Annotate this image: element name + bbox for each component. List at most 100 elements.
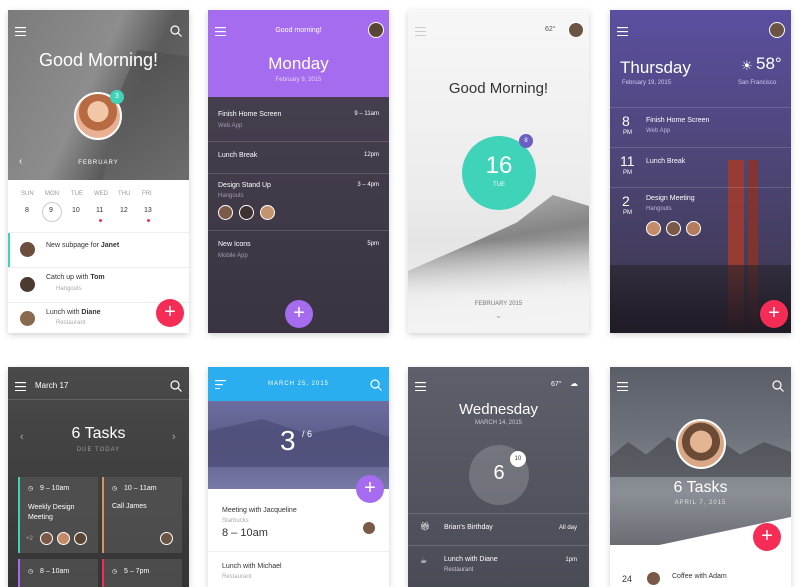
item-meta: Hangouts: [56, 286, 82, 292]
event-sub: Web App: [218, 123, 243, 129]
event-row[interactable]: New Icons Mobile App 5pm: [208, 235, 389, 271]
day-name: MON: [45, 191, 59, 197]
avatar: [18, 309, 37, 328]
event-period: PM: [623, 130, 632, 136]
menu-icon[interactable]: [15, 27, 26, 36]
list-item[interactable]: Meeting with Jacqueline Starbucks 8 – 10…: [208, 501, 389, 547]
avatar[interactable]: [769, 22, 785, 38]
add-button[interactable]: +: [356, 475, 384, 503]
day-number[interactable]: 13: [144, 207, 152, 214]
add-button[interactable]: +: [753, 523, 781, 551]
avatar: [239, 205, 254, 220]
due-label: DUE TODAY: [76, 447, 121, 453]
task-tile[interactable]: ◷ 10 – 11am Call James: [102, 477, 182, 553]
day-name: SUN: [21, 191, 34, 197]
day-name: TUE: [71, 191, 83, 197]
search-icon[interactable]: [370, 379, 382, 391]
item-title: Lunch with Diane: [444, 556, 498, 563]
menu-icon[interactable]: [415, 382, 426, 391]
search-icon[interactable]: [170, 25, 182, 37]
avatar: [74, 532, 87, 545]
item-sub: Restaurant: [222, 574, 252, 580]
item-text: Catch up with: [46, 274, 91, 281]
event-sub: Hangouts: [218, 193, 244, 199]
card-daily-overview: Good Morning! 3 ‹ FEBRUARY SUN MON TUE W…: [8, 10, 189, 333]
list-item[interactable]: New subpage for Janet: [8, 232, 189, 267]
event-row[interactable]: 11 PM Lunch Break: [610, 148, 791, 186]
card-morning-clock: 62° Good Morning! 16 TUE 8 FEBRUARY 2015…: [408, 10, 589, 333]
greeting: Good Morning!: [38, 50, 159, 70]
day-number[interactable]: 11: [96, 207, 103, 214]
tile-title: Weekly Design Meeting: [28, 504, 75, 521]
menu-icon[interactable]: [617, 27, 628, 36]
weekday: TUE: [493, 182, 505, 188]
clock-icon: ◷: [112, 486, 118, 492]
date-label: February 9, 2015: [275, 77, 322, 83]
gift-icon: 🎁︎: [420, 522, 431, 531]
progress-total: / 6: [302, 429, 313, 439]
divider: [8, 399, 189, 400]
day-number[interactable]: 8: [25, 207, 29, 214]
search-icon[interactable]: [772, 380, 784, 392]
avatar[interactable]: [368, 22, 384, 38]
day-number[interactable]: 9: [49, 207, 53, 214]
card-monday-schedule: Good morning! Monday February 9, 2015 Fi…: [208, 10, 389, 333]
tile-time: 8 – 10am: [40, 568, 70, 575]
chevron-down-icon[interactable]: ⌄: [408, 311, 589, 320]
avatar: [18, 275, 37, 294]
event-row[interactable]: Finish Home Screen Web App 9 – 11am: [208, 105, 389, 141]
item-right: All day: [558, 525, 577, 531]
list-item[interactable]: 🎁︎ Brian's Birthday All day: [408, 514, 589, 544]
event-row[interactable]: 8 PM Finish Home Screen Web App: [610, 108, 791, 146]
item-text: Lunch with: [46, 309, 82, 316]
event-hour: 8: [622, 113, 630, 129]
menu-icon[interactable]: [617, 382, 628, 391]
day-title: Monday: [268, 54, 329, 73]
event-row[interactable]: Lunch Break 12pm: [208, 142, 389, 172]
day-number[interactable]: 10: [72, 207, 80, 214]
notification-badge: 10: [510, 451, 526, 467]
task-tile[interactable]: ◷ 5 – 7pm: [102, 559, 182, 587]
tasks-title: 6 Tasks: [71, 425, 126, 442]
item-name: Tom: [90, 274, 105, 281]
event-title: Design Stand Up: [218, 182, 271, 189]
clock-icon: ◷: [28, 569, 34, 575]
avatar: [666, 221, 681, 236]
sun-icon: ☀: [741, 58, 753, 73]
menu-icon[interactable]: [415, 27, 426, 36]
card-progress: MARCH 25, 2015 3 / 6 + Meeting with Jacq…: [208, 367, 389, 587]
avatar[interactable]: [676, 419, 726, 469]
notification-badge: 3: [110, 90, 124, 104]
add-button[interactable]: +: [285, 300, 313, 328]
avatar: [18, 240, 37, 259]
menu-icon[interactable]: [15, 382, 26, 391]
event-dot: [99, 219, 102, 222]
tasks-title: 6 Tasks: [673, 479, 728, 496]
cloud-icon: ☁: [570, 379, 578, 388]
list-item[interactable]: ☕︎ Lunch with Diane Restaurant 1pm: [408, 550, 589, 587]
event-time: 12pm: [363, 152, 379, 158]
list-item[interactable]: Catch up with Tom Hangouts: [8, 267, 189, 302]
avatar[interactable]: [568, 22, 584, 38]
search-icon[interactable]: [170, 380, 182, 392]
add-button[interactable]: +: [156, 299, 184, 327]
avatar: [686, 221, 701, 236]
task-tile[interactable]: ◷ 9 – 10am Weekly Design Meeting +2: [18, 477, 98, 553]
task-tile[interactable]: ◷ 8 – 10am: [18, 559, 98, 587]
event-row[interactable]: Design Stand Up Hangouts 3 – 4pm: [208, 174, 389, 229]
day-name: WED: [94, 191, 108, 197]
city-label: San Francisco: [738, 80, 777, 86]
event-row[interactable]: 2 PM Design Meeting Hangouts: [610, 188, 791, 246]
item-title: Brian's Birthday: [444, 524, 493, 531]
greeting: Good morning!: [275, 27, 322, 34]
avatar: [160, 532, 173, 545]
header-date: MARCH 25, 2015: [267, 381, 330, 387]
item-name: Janet: [100, 242, 120, 249]
tile-extra: +2: [26, 536, 33, 542]
day-number[interactable]: 12: [120, 207, 128, 214]
avatar: [646, 571, 661, 586]
add-button[interactable]: +: [760, 300, 788, 328]
event-dot: [147, 219, 150, 222]
list-item[interactable]: 24 Coffee with Adam: [610, 568, 791, 587]
list-item[interactable]: Lunch with Michael Restaurant: [208, 557, 389, 587]
